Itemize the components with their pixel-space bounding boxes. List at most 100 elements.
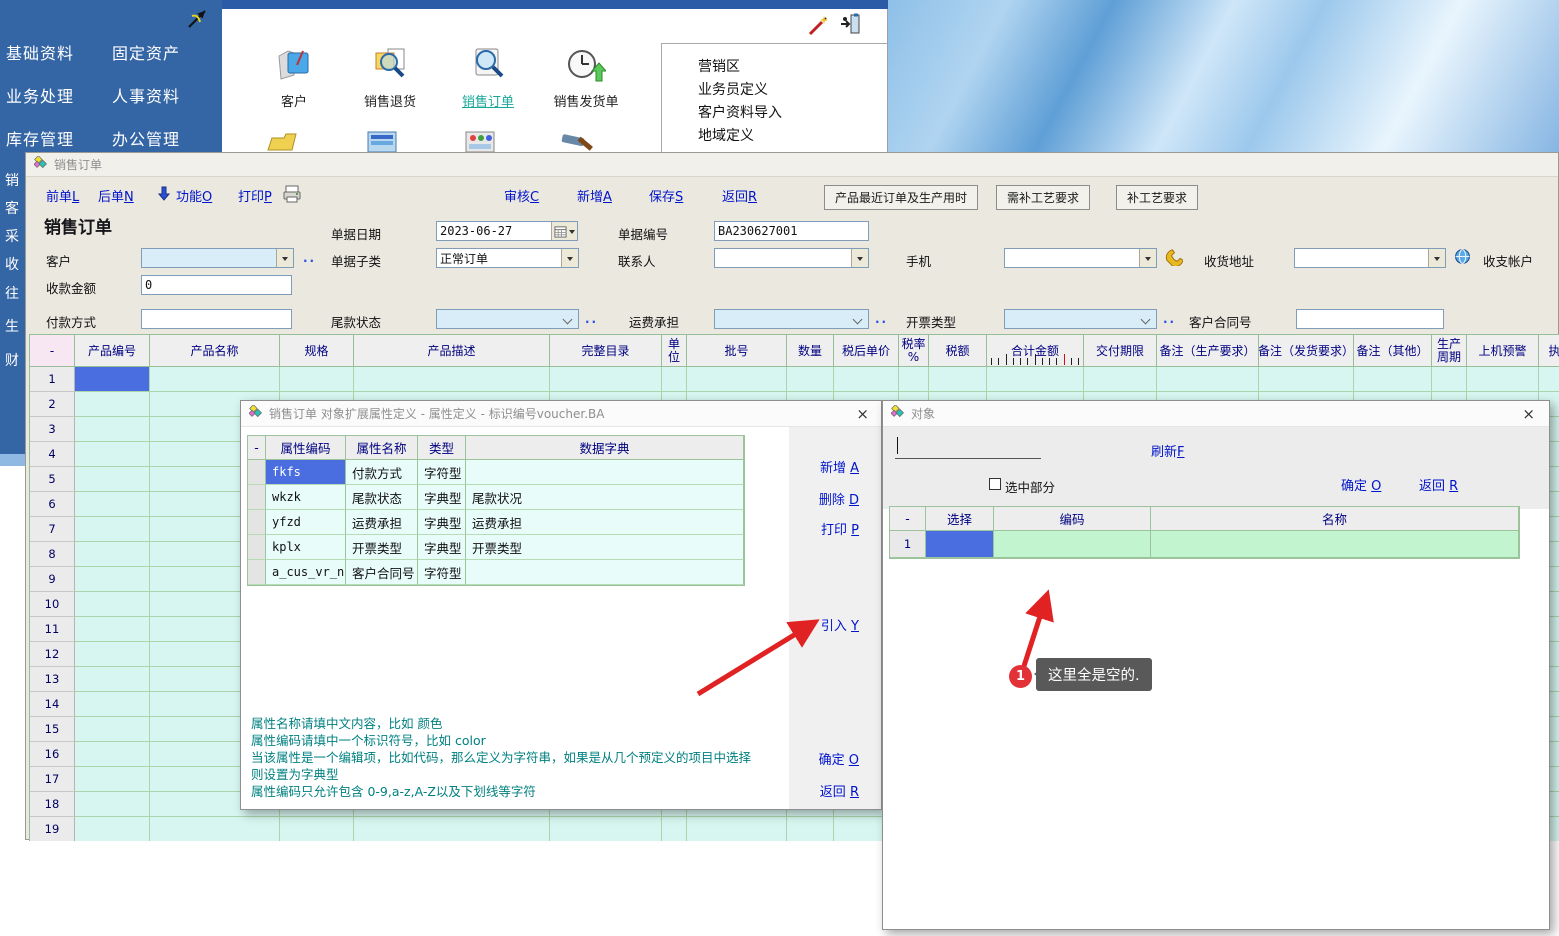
grid-cell[interactable]	[75, 742, 150, 767]
select-part-checkbox[interactable]	[989, 478, 1001, 490]
col-header-code[interactable]: 编码	[994, 507, 1151, 531]
grid-cell[interactable]	[662, 367, 687, 392]
function-menu-button[interactable]: 功能O	[176, 186, 212, 205]
print-button[interactable]: 打印 P	[821, 519, 859, 538]
attr-code-cell[interactable]: wkzk	[266, 485, 346, 510]
balance-combo[interactable]	[436, 309, 579, 329]
grid-cell[interactable]	[929, 367, 987, 392]
freight-combo[interactable]	[714, 309, 869, 329]
sidebar-item-hr[interactable]: 人事资料	[112, 83, 218, 107]
grid-cell[interactable]	[75, 717, 150, 742]
grid-row-number[interactable]: 4	[30, 442, 75, 467]
grid-row-number[interactable]: 3	[30, 417, 75, 442]
grid-column-header[interactable]: 数量	[787, 335, 834, 367]
doc-no-input[interactable]: BA230627001	[714, 221, 869, 241]
dropdown-arrow-icon[interactable]	[1139, 249, 1156, 267]
sidebar-item-fixed-assets[interactable]: 固定资产	[112, 40, 218, 64]
grid-row-number[interactable]: 14	[30, 692, 75, 717]
add-button[interactable]: 新增 A	[820, 457, 859, 476]
attr-dict-cell[interactable]: 开票类型	[466, 535, 744, 560]
recent-orders-button[interactable]: 产品最近订单及生产用时	[824, 185, 978, 210]
dialog-titlebar[interactable]: 销售订单 对象扩展属性定义 - 属性定义 - 标识编号voucher.BA	[241, 401, 881, 427]
sidebar-item-inventory[interactable]: 库存管理	[6, 126, 112, 150]
grid-cell[interactable]	[75, 442, 150, 467]
invoice-combo[interactable]	[1004, 309, 1157, 329]
refresh-button[interactable]: 刷新F	[1151, 441, 1185, 460]
wand-icon[interactable]	[806, 14, 830, 42]
window-titlebar[interactable]: 销售订单	[26, 153, 1558, 177]
payment-input[interactable]	[141, 309, 292, 329]
grid-row-number[interactable]: 2	[30, 392, 75, 417]
attr-type-cell[interactable]: 字典型	[418, 510, 466, 535]
module-label[interactable]: 销售退货	[364, 91, 416, 110]
address-combo[interactable]	[1294, 248, 1446, 268]
contact-combo[interactable]	[714, 248, 869, 268]
grid-column-header[interactable]: 批号	[687, 335, 787, 367]
grid-cell[interactable]	[75, 617, 150, 642]
prev-doc-button[interactable]: 前单L	[46, 186, 79, 205]
grid-cell[interactable]	[787, 817, 834, 841]
submenu-item-salesman[interactable]: 业务员定义	[698, 79, 768, 99]
dropdown-arrow-icon[interactable]	[276, 249, 293, 267]
grid-column-header[interactable]: 产品名称	[150, 335, 280, 367]
new-button[interactable]: 新增A	[577, 186, 612, 205]
grid-column-header[interactable]: -	[30, 335, 75, 367]
col-header[interactable]: -	[248, 436, 266, 460]
grid-row-number[interactable]: 19	[30, 817, 75, 841]
grid-column-header[interactable]: 税额	[929, 335, 987, 367]
grid-cell[interactable]	[75, 692, 150, 717]
grid-cell[interactable]	[150, 367, 280, 392]
grid-row-number[interactable]: 13	[30, 667, 75, 692]
grid-column-header[interactable]: 合计金额	[987, 335, 1084, 367]
grid-cell[interactable]	[75, 817, 150, 841]
attr-dict-cell[interactable]	[466, 460, 744, 485]
account-globe-icon[interactable]	[1454, 248, 1471, 269]
grid-row-number[interactable]: 11	[30, 617, 75, 642]
print-button[interactable]: 打印P	[238, 186, 272, 205]
grid-row-number[interactable]: 9	[30, 567, 75, 592]
sidebar-tab-partial[interactable]: 采	[5, 226, 19, 246]
sidebar-tab-partial[interactable]: 往	[5, 283, 19, 303]
grid-cell[interactable]	[1432, 367, 1467, 392]
attr-name-cell[interactable]: 客户合同号	[346, 560, 418, 585]
grid-row-number[interactable]: 1	[30, 367, 75, 392]
col-header[interactable]: -	[890, 507, 926, 531]
attr-dict-cell[interactable]	[466, 560, 744, 585]
mobile-combo[interactable]	[1004, 248, 1157, 268]
module-sales-shipment[interactable]: 销售发货单	[538, 45, 634, 110]
grid-cell[interactable]	[75, 517, 150, 542]
grid-cell[interactable]	[787, 367, 834, 392]
grid-row-number[interactable]: 16	[30, 742, 75, 767]
back-button[interactable]: 返回 R	[1419, 475, 1458, 494]
grid-cell[interactable]	[899, 367, 929, 392]
doc-date-field[interactable]: 2023-06-27	[436, 221, 578, 241]
save-button[interactable]: 保存S	[649, 186, 683, 205]
grid-column-header[interactable]: 产品描述	[354, 335, 550, 367]
attr-type-cell[interactable]: 字符型	[418, 560, 466, 585]
next-doc-button[interactable]: 后单N	[98, 186, 134, 205]
col-header-select[interactable]: 选择	[926, 507, 994, 531]
printer-icon[interactable]	[282, 184, 302, 208]
module-label[interactable]: 销售订单	[462, 91, 514, 110]
phone-icon[interactable]	[1164, 247, 1183, 270]
module-sales-order[interactable]: 销售订单	[440, 45, 536, 110]
code-cell[interactable]	[994, 531, 1151, 558]
grid-column-header[interactable]: 税率%	[899, 335, 929, 367]
col-header-name[interactable]: 名称	[1151, 507, 1519, 531]
attr-code-cell[interactable]: kplx	[266, 535, 346, 560]
sidebar-item-business[interactable]: 业务处理	[6, 83, 112, 107]
grid-row-number[interactable]: 5	[30, 467, 75, 492]
sidebar-tab-partial[interactable]: 销	[5, 170, 19, 190]
calendar-icon[interactable]	[551, 222, 577, 240]
grid-column-header[interactable]: 单位	[662, 335, 687, 367]
attr-dict-cell[interactable]: 尾款状况	[466, 485, 744, 510]
sidebar-tab-partial[interactable]: 收	[5, 254, 19, 274]
grid-cell[interactable]	[280, 817, 354, 841]
invoice-lookup-button[interactable]: ..	[1163, 312, 1176, 326]
grid-cell[interactable]	[1539, 367, 1559, 392]
attr-code-cell[interactable]: fkfs	[266, 460, 346, 485]
customer-lookup-button[interactable]: ..	[303, 251, 316, 265]
grid-column-header[interactable]: 备注（其他）	[1354, 335, 1432, 367]
select-cell[interactable]	[926, 531, 994, 558]
back-button[interactable]: 返回 R	[820, 781, 859, 800]
